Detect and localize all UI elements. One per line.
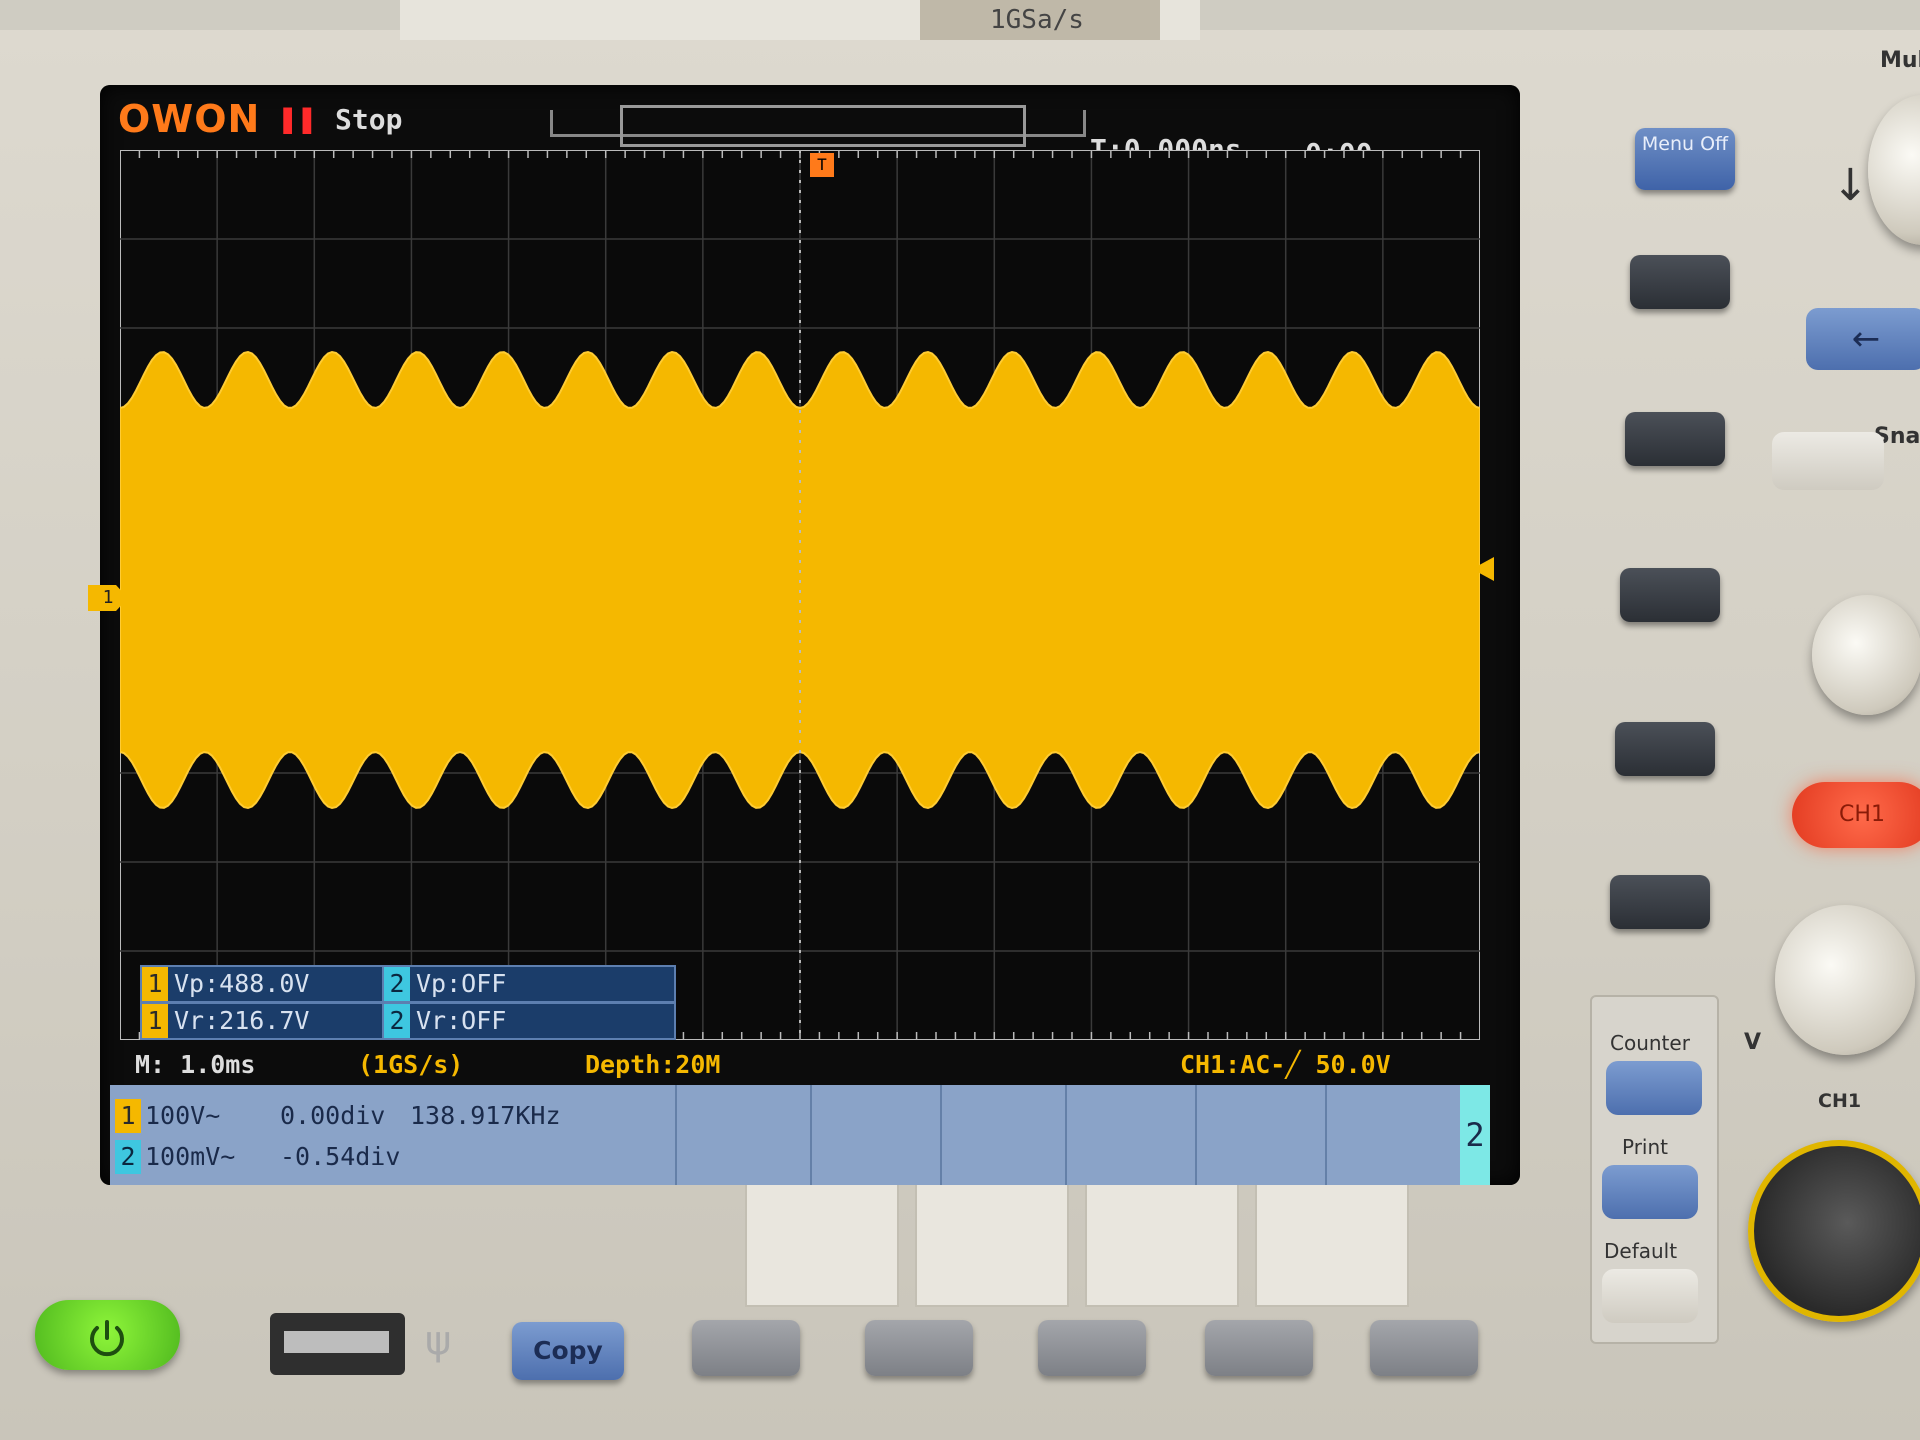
trigger-setting: CH1:AC-╱ 50.0V [1180, 1050, 1391, 1079]
softkey-tab [1255, 1185, 1409, 1307]
side-option-button-4[interactable] [1615, 722, 1715, 776]
softkey-tab [915, 1185, 1069, 1307]
ch1-badge: 1 [115, 1099, 141, 1133]
trigger-position-marker[interactable]: T [810, 153, 834, 177]
memory-depth: Depth:20M [585, 1050, 721, 1079]
ch1-button[interactable]: CH1 [1792, 782, 1920, 848]
ch2-badge: 2 [384, 1004, 410, 1038]
volts-label: V [1744, 1030, 1762, 1055]
arrow-down-icon: ↓ [1832, 160, 1869, 211]
memory-window [620, 105, 1026, 147]
info-cell [940, 1085, 942, 1185]
counter-label: Counter [1610, 1031, 1690, 1055]
ch2-scale: 100mV~ [145, 1142, 236, 1171]
arrow-left-icon: ← [1851, 319, 1881, 359]
ch1-vp-measure: 1 Vp:488.0V [140, 965, 384, 1003]
copy-button[interactable]: Copy [512, 1322, 624, 1380]
utility-panel: Counter Print Default [1590, 995, 1719, 1344]
ch2-vp: Vp:OFF [416, 969, 507, 998]
softkey-2[interactable] [865, 1320, 973, 1376]
ch2-offset: -0.54div [280, 1142, 401, 1171]
info-cell [810, 1085, 812, 1185]
counter-button[interactable] [1606, 1061, 1702, 1115]
timebase: M: 1.0ms [135, 1050, 256, 1079]
softkey-1[interactable] [692, 1320, 800, 1376]
vertical-scale-knob[interactable] [1748, 1140, 1920, 1322]
snap-button[interactable] [1772, 432, 1884, 490]
default-button[interactable] [1602, 1269, 1698, 1323]
ch2-vr-measure: 2 Vr:OFF [382, 1002, 676, 1040]
ch1-scale: 100V~ [145, 1101, 221, 1130]
print-button[interactable] [1602, 1165, 1698, 1219]
print-label: Print [1622, 1135, 1669, 1159]
brand-logo: OWON [118, 97, 261, 141]
usb-port[interactable] [270, 1313, 405, 1375]
side-option-button-2[interactable] [1625, 412, 1725, 466]
info-cell [1195, 1085, 1197, 1185]
softkey-3[interactable] [1038, 1320, 1146, 1376]
info-cell [675, 1085, 677, 1185]
trigger-level-marker[interactable] [1472, 557, 1494, 581]
multipurpose-label: Mul [1880, 48, 1920, 73]
ch1-knob-label: CH1 [1818, 1090, 1862, 1112]
info-cell [1325, 1085, 1327, 1185]
side-option-button-5[interactable] [1610, 875, 1710, 929]
power-button[interactable] [35, 1300, 180, 1370]
menu-off-button[interactable]: Menu Off [1635, 128, 1735, 190]
sample-rate-label: 1GSa/s [990, 5, 1084, 35]
ch2-vp-measure: 2 Vp:OFF [382, 965, 676, 1003]
channel-info-bar: 1 100V~ 0.00div 138.917KHz 2 100mV~ -0.54d… [110, 1085, 1490, 1185]
softkey-5[interactable] [1370, 1320, 1478, 1376]
usb-icon: ψ [425, 1318, 452, 1364]
default-label: Default [1604, 1239, 1678, 1263]
volts-knob[interactable] [1775, 905, 1915, 1055]
oscilloscope-screen: OWON ❚❚ Stop T:0.000ns 0:00 T 1 1Vp:488.… [88, 85, 1520, 1185]
side-option-button-1[interactable] [1630, 255, 1730, 309]
side-option-button-3[interactable] [1620, 568, 1720, 622]
ch1-badge: 1 [142, 967, 168, 1001]
sample-rate: (1GS/s) [358, 1050, 464, 1079]
back-button[interactable]: ← [1806, 308, 1920, 370]
softkey-4[interactable] [1205, 1320, 1313, 1376]
position-knob[interactable] [1812, 595, 1920, 715]
ch1-frequency: 138.917KHz [410, 1101, 561, 1130]
ch2-badge: 2 [115, 1140, 141, 1174]
ch1-offset: 0.00div [280, 1101, 386, 1130]
ch1-vp: Vp:488.0V [174, 969, 310, 998]
ch1-vr: Vr:216.7V [174, 1006, 310, 1035]
waveform-grid [120, 150, 1480, 1040]
ch2-badge: 2 [384, 967, 410, 1001]
ch1-info: 1 100V~ [115, 1099, 220, 1133]
ch1-vr-measure: 1 Vr:216.7V [140, 1002, 384, 1040]
softkey-tab [745, 1185, 899, 1307]
page-indicator: 2 [1460, 1085, 1490, 1185]
softkey-tab [1085, 1185, 1239, 1307]
run-state: Stop [335, 103, 403, 136]
power-icon [90, 1320, 124, 1357]
ch2-info: 2 100mV~ [115, 1140, 235, 1174]
ch1-badge: 1 [142, 1004, 168, 1038]
ch2-vr: Vr:OFF [416, 1006, 507, 1035]
info-cell [1065, 1085, 1067, 1185]
pause-icon: ❚❚ [278, 99, 317, 137]
